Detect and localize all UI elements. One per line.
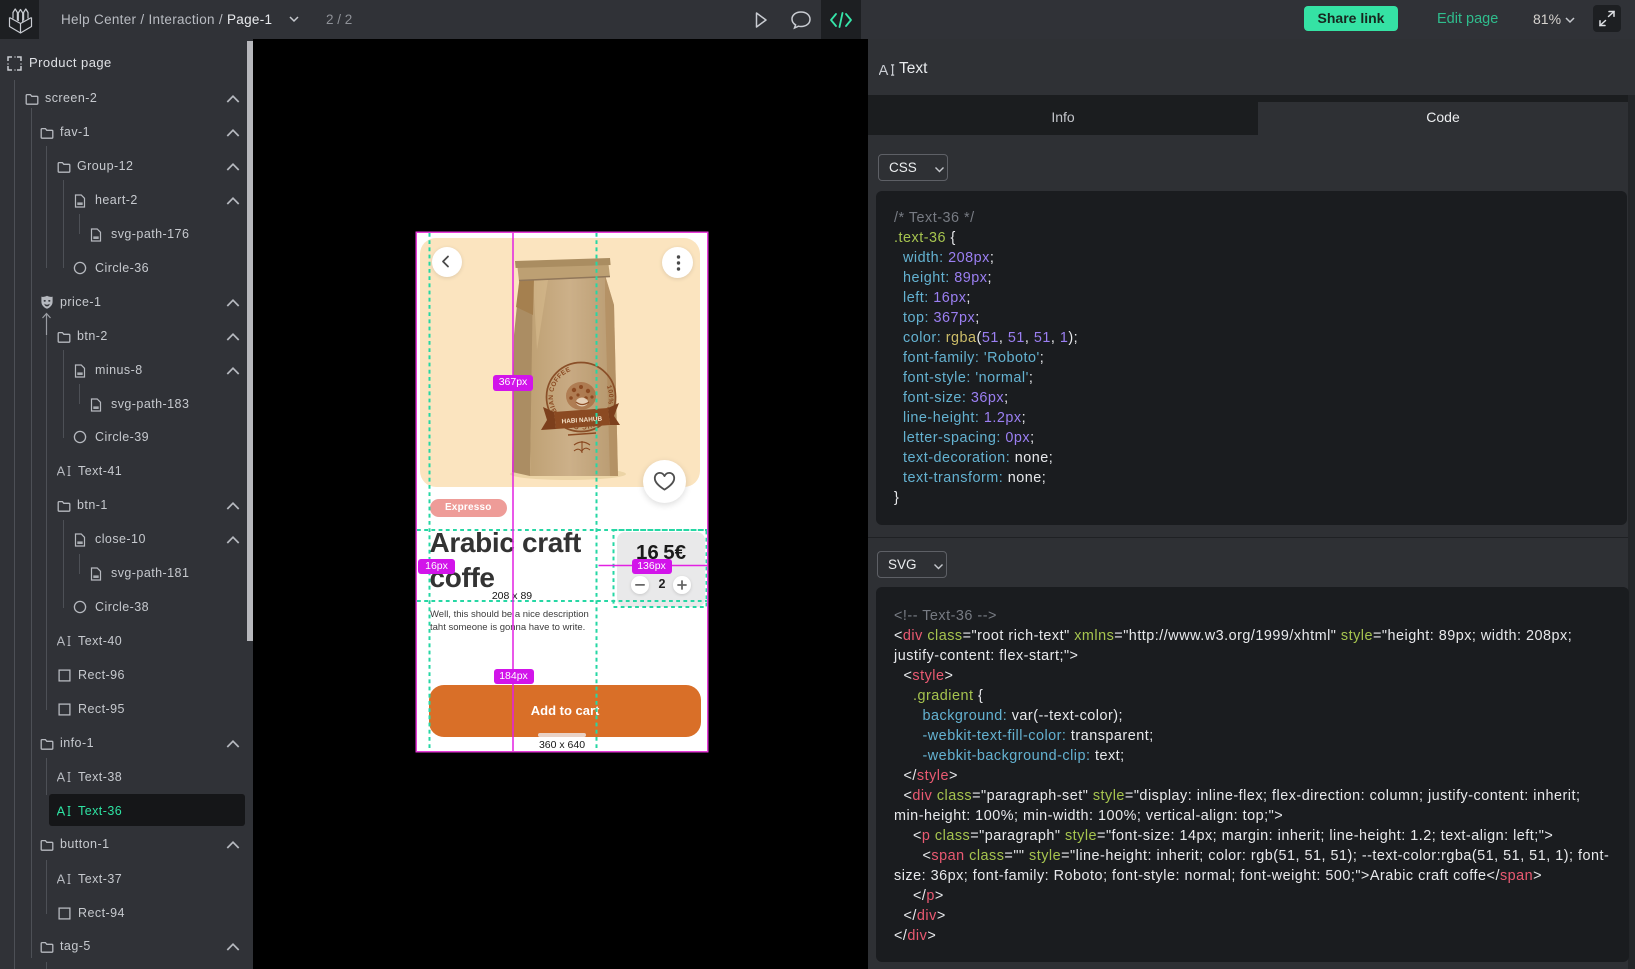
svg-text:A: A	[879, 63, 888, 78]
